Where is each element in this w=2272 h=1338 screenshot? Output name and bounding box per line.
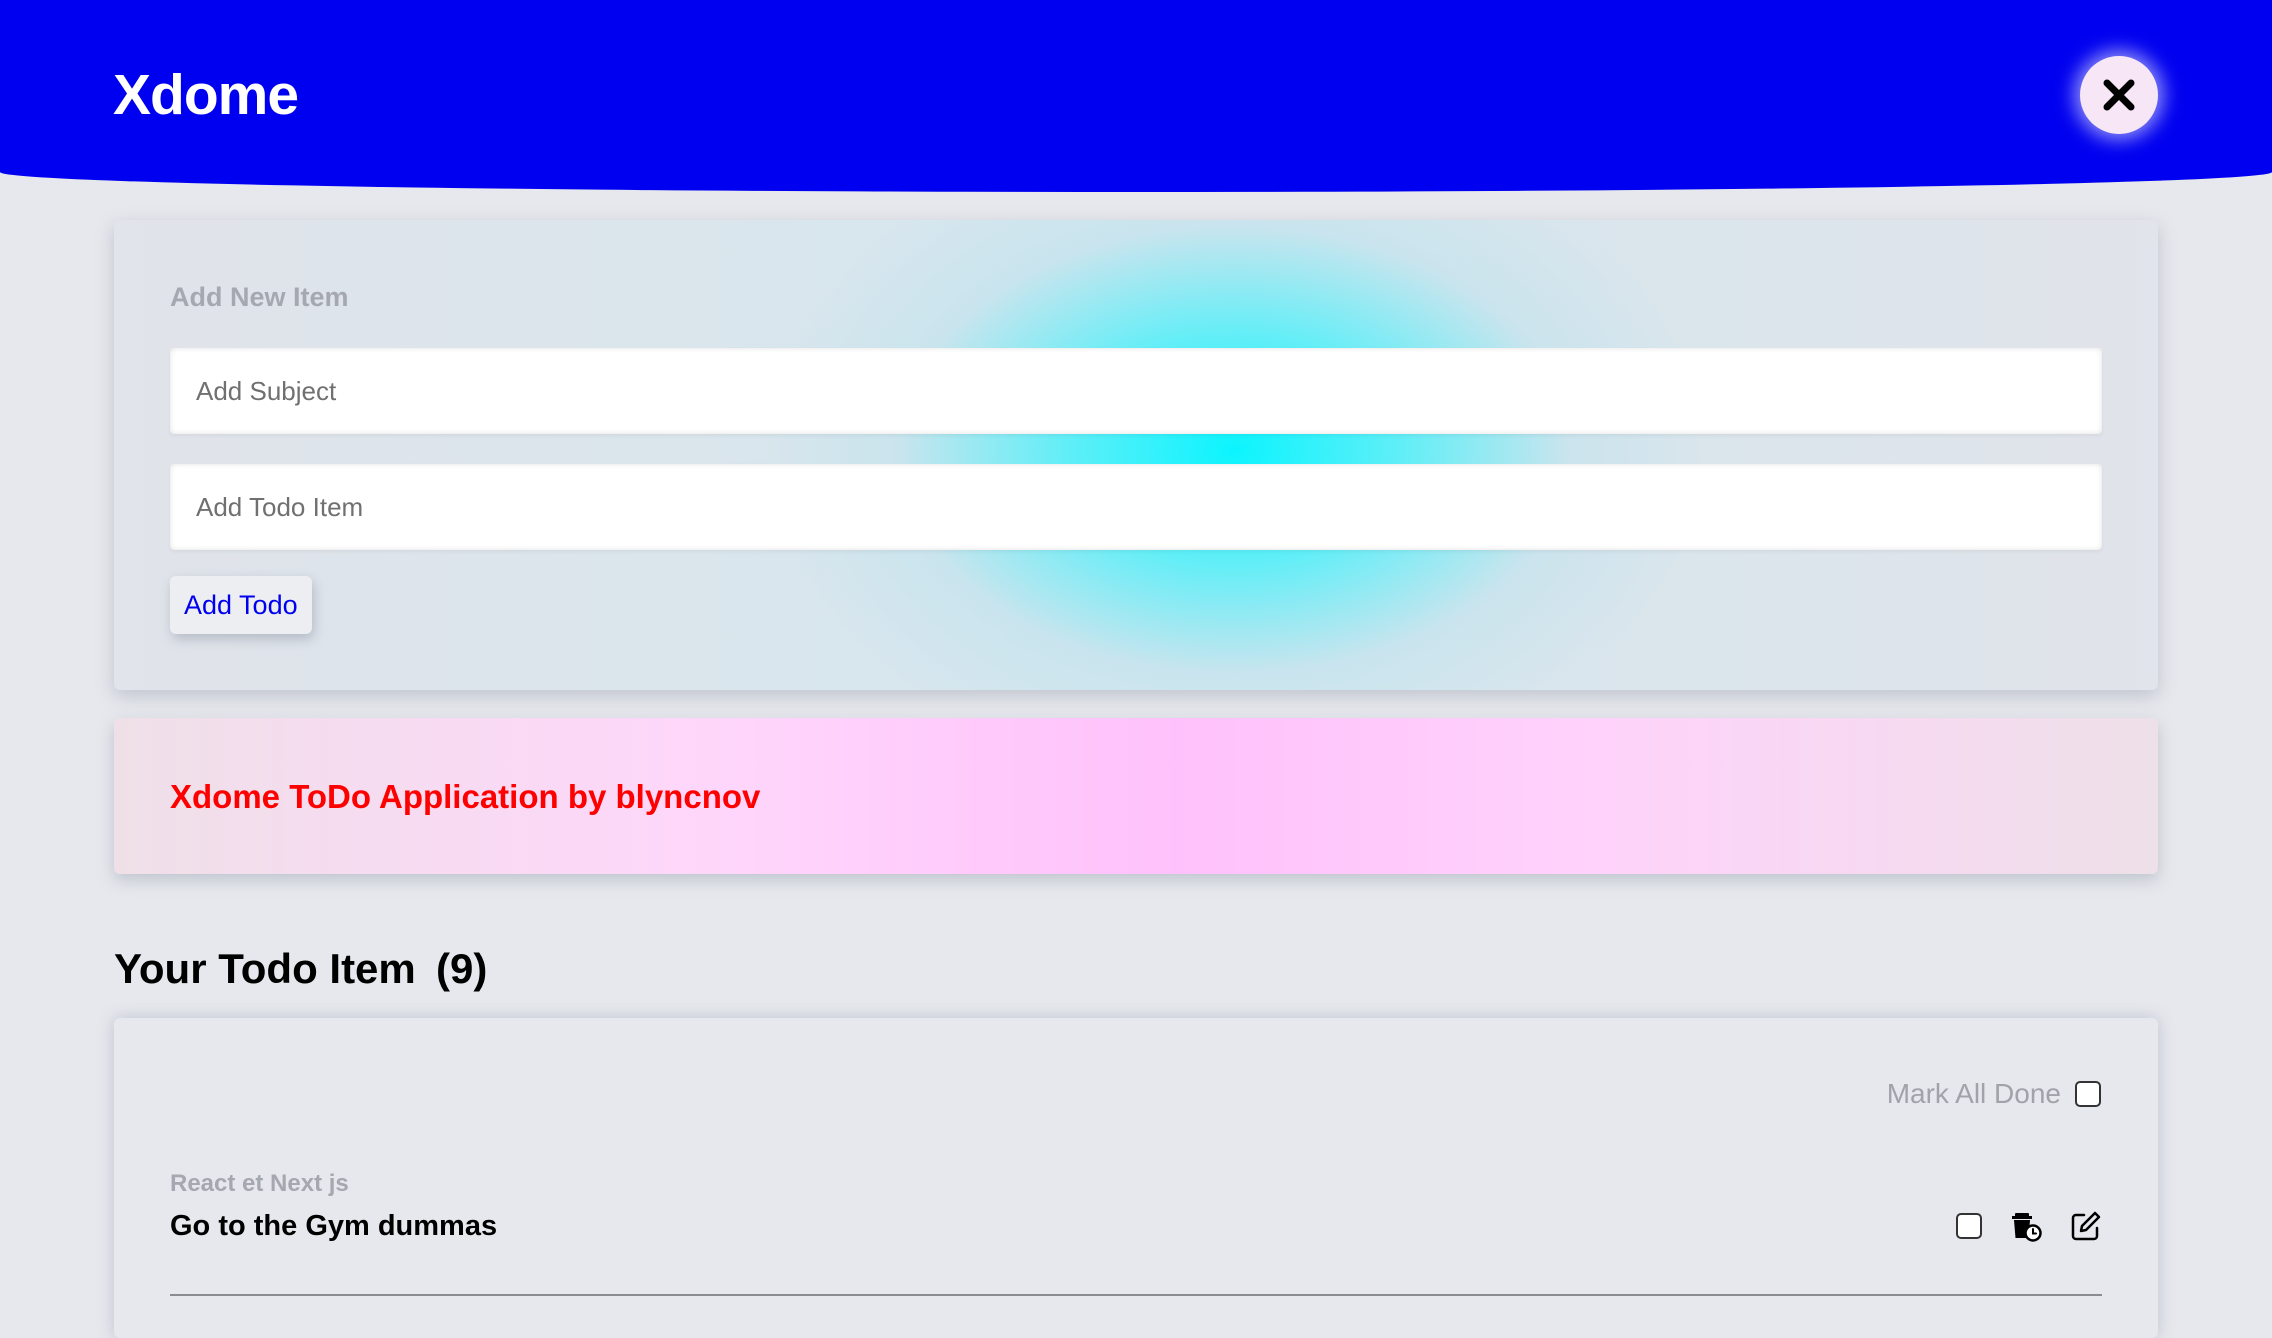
subject-input[interactable] bbox=[170, 348, 2102, 434]
mark-all-done-label: Mark All Done bbox=[1886, 1078, 2061, 1109]
brand-title: Xdome bbox=[113, 63, 299, 127]
trash-clock-icon[interactable] bbox=[2010, 1210, 2042, 1242]
mark-all-done: Mark All Done bbox=[1887, 1078, 2101, 1110]
todo-count: (9) bbox=[436, 945, 488, 992]
todo-item-actions bbox=[1956, 1210, 2102, 1242]
app-banner: Xdome ToDo Application by blyncnov bbox=[114, 718, 2158, 874]
close-icon bbox=[2103, 79, 2135, 111]
todo-item-divider bbox=[170, 1294, 2102, 1296]
mark-all-done-checkbox[interactable] bbox=[2075, 1081, 2101, 1107]
banner-text: Xdome ToDo Application by blyncnov bbox=[170, 778, 761, 815]
todo-item-title: Go to the Gym dummas bbox=[170, 1210, 498, 1242]
todo-item-input[interactable] bbox=[170, 464, 2102, 550]
app-header: Xdome bbox=[0, 0, 2272, 192]
todo-list-heading: Your Todo Item bbox=[114, 945, 416, 992]
todo-item-done-checkbox[interactable] bbox=[1956, 1213, 1982, 1239]
todo-item-subject: React et Next js bbox=[170, 1170, 349, 1197]
todo-list-card: Mark All Done React et Next js Go to the… bbox=[114, 1018, 2158, 1338]
add-item-card: Add New Item Add Todo bbox=[114, 220, 2158, 690]
add-item-title: Add New Item bbox=[170, 282, 349, 312]
close-button[interactable] bbox=[2080, 56, 2158, 134]
add-todo-button[interactable]: Add Todo bbox=[170, 576, 312, 634]
edit-icon[interactable] bbox=[2070, 1210, 2102, 1242]
